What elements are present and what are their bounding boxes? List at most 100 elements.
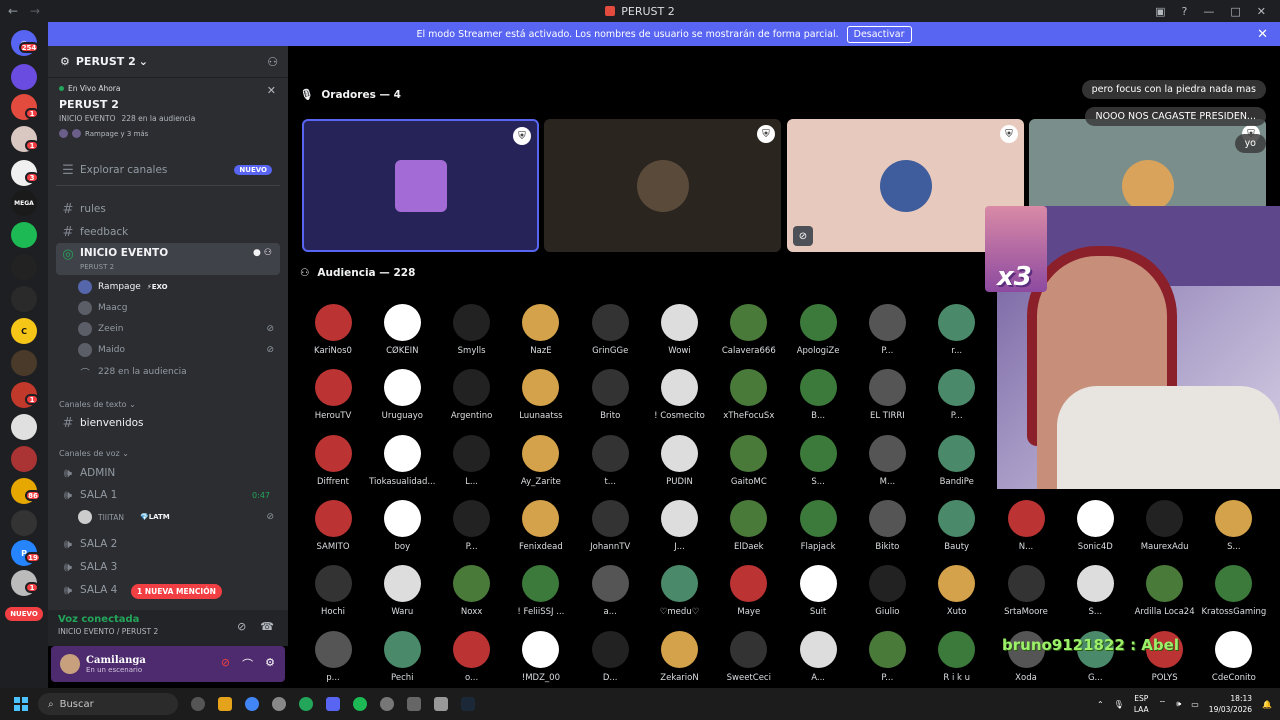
audience-member[interactable]: r... — [923, 304, 991, 364]
audience-member[interactable]: GrinGGe — [576, 304, 644, 364]
new-mention-pill[interactable]: 1 NUEVA MENCIÓN — [131, 584, 222, 599]
explorer-icon[interactable] — [218, 697, 232, 711]
spotify-icon[interactable] — [353, 697, 367, 711]
audience-member[interactable]: Maye — [715, 565, 783, 625]
audience-member[interactable]: Fenixdead — [507, 499, 575, 560]
audience-member[interactable]: t... — [576, 434, 644, 495]
audience-member[interactable]: Bauty — [923, 499, 991, 560]
mic-icon[interactable]: 🎙 — [1114, 700, 1124, 709]
audience-member[interactable]: !MDZ_00 — [507, 630, 575, 691]
stage-member[interactable]: Zeein ⊘ — [78, 320, 278, 338]
channel-rules[interactable]: # rules — [56, 198, 280, 220]
audience-member[interactable]: xTheFocuSx — [715, 369, 783, 429]
audience-member[interactable]: Pechi — [368, 630, 436, 691]
disable-streamer-button[interactable]: Desactivar — [846, 25, 912, 43]
app-icon[interactable] — [299, 697, 313, 711]
audience-member[interactable]: Sonic4D — [1061, 499, 1129, 560]
explore-channels[interactable]: ☰ Explorar canales NUEVO — [56, 159, 280, 181]
audience-member[interactable]: p... — [299, 630, 367, 691]
volume-icon[interactable]: 🕪 — [1176, 699, 1181, 709]
chrome-icon[interactable] — [245, 697, 259, 711]
audience-member[interactable]: o... — [438, 630, 506, 691]
close-icon[interactable]: ✕ — [1257, 27, 1268, 42]
server-header[interactable]: ⚙ PERUST 2 ⌄ ⚇ — [48, 46, 288, 78]
app-icon[interactable] — [380, 697, 394, 711]
audience-member[interactable]: ♡medu♡ — [646, 565, 714, 625]
audience-member[interactable]: M... — [853, 434, 921, 495]
server-icon[interactable] — [11, 446, 37, 472]
audience-member[interactable]: CdeConito — [1200, 630, 1268, 691]
speaker-tile[interactable]: ⛨ — [302, 119, 539, 252]
server-icon[interactable] — [11, 286, 37, 312]
audience-member[interactable]: ZekarioN — [646, 630, 714, 691]
audience-member[interactable]: B... — [784, 369, 852, 429]
audience-member[interactable]: HerouTV — [299, 369, 367, 429]
channel-feedback[interactable]: # feedback — [56, 221, 280, 243]
audience-member[interactable]: a... — [576, 565, 644, 625]
audience-member[interactable]: D... — [576, 630, 644, 691]
audience-member[interactable]: PUDÍN — [646, 434, 714, 495]
audience-member[interactable]: Ardilla Loca24 — [1131, 565, 1199, 625]
stage-member[interactable]: Maido ⊘ — [78, 341, 278, 359]
audience-member[interactable]: SAMITO — [299, 499, 367, 560]
audience-member[interactable]: KratossGaming — [1200, 565, 1268, 625]
stage-member[interactable]: Maacg — [78, 299, 278, 317]
audience-member[interactable]: P... — [853, 304, 921, 364]
windows-start-icon[interactable] — [14, 697, 28, 711]
audience-member[interactable]: KariÑos0 — [299, 304, 367, 364]
app-icon[interactable] — [191, 697, 205, 711]
server-icon[interactable] — [11, 254, 37, 280]
battery-icon[interactable]: ▭ — [1191, 700, 1199, 709]
inbox-icon[interactable]: ▣ — [1155, 5, 1165, 18]
voice-channel-sala1[interactable]: 🕪 SALA 1 0:47 — [56, 484, 280, 506]
help-icon[interactable]: ? — [1182, 5, 1188, 18]
wifi-icon[interactable]: ⌔ — [1159, 699, 1167, 709]
stage-channel[interactable]: ◎ INICIO EVENTO PERUST 2 ● ⚇ — [56, 243, 280, 275]
audience-member[interactable]: Diffrent — [299, 434, 367, 495]
audience-member[interactable]: Bikito — [853, 499, 921, 560]
audience-member[interactable]: Waru — [368, 565, 436, 625]
audience-member[interactable]: SrtaMoore — [992, 565, 1060, 625]
disconnect-icon[interactable]: ☎ — [260, 620, 274, 633]
audience-member[interactable]: Noxx — [438, 565, 506, 625]
audience-member[interactable]: CØKEIN — [368, 304, 436, 364]
mic-muted-icon[interactable]: ⊘ — [221, 656, 230, 672]
audience-member[interactable]: Suit — [784, 565, 852, 625]
server-icon[interactable] — [11, 64, 37, 90]
settings-gear-icon[interactable]: ⚙ — [265, 656, 275, 672]
server-icon[interactable] — [11, 414, 37, 440]
audience-member[interactable]: A... — [784, 630, 852, 691]
avatar[interactable] — [60, 654, 80, 674]
voice-channel-sala2[interactable]: 🕪 SALA 2 — [56, 533, 280, 555]
chevron-up-icon[interactable]: ⌃ — [1097, 700, 1104, 709]
app-icon[interactable] — [272, 697, 286, 711]
app-icon[interactable] — [434, 697, 448, 711]
audience-member[interactable]: boy — [368, 499, 436, 560]
taskbar-search[interactable]: ⌕ Buscar — [38, 693, 178, 715]
audience-member[interactable]: S... — [1061, 565, 1129, 625]
audience-member[interactable]: Flapjack — [784, 499, 852, 560]
new-pill[interactable]: NUEVO — [5, 607, 43, 621]
voice-channel-sala3[interactable]: 🕪 SALA 3 — [56, 556, 280, 578]
audience-member[interactable]: Calavera666 — [715, 304, 783, 364]
maximize-button[interactable]: □ — [1230, 5, 1240, 18]
server-icon[interactable] — [11, 510, 37, 536]
clock[interactable]: 18:13 19/03/2026 — [1209, 693, 1252, 715]
audience-member[interactable]: MaurexAdu — [1131, 499, 1199, 560]
voice-category[interactable]: Canales de voz ⌄ — [59, 449, 129, 458]
app-icon[interactable] — [407, 697, 421, 711]
audience-member[interactable]: P... — [853, 630, 921, 691]
audience-member[interactable]: SweetCeci — [715, 630, 783, 691]
audience-member[interactable]: Uruguayo — [368, 369, 436, 429]
forward-arrow-icon[interactable]: → — [30, 4, 40, 18]
speaker-tile[interactable]: ⛨ — [544, 119, 781, 252]
close-icon[interactable]: ✕ — [267, 84, 276, 97]
audience-member[interactable]: S... — [1200, 499, 1268, 560]
audience-member[interactable]: R i k u — [923, 630, 991, 691]
noise-suppression-icon[interactable]: ⊘ — [237, 620, 246, 633]
audience-member[interactable]: J... — [646, 499, 714, 560]
channel-bienvenidos[interactable]: # bienvenidos — [56, 412, 280, 434]
minimize-button[interactable]: — — [1203, 5, 1214, 18]
audience-member[interactable]: EL TIRRI — [853, 369, 921, 429]
server-icon[interactable]: MEGA — [11, 190, 37, 216]
